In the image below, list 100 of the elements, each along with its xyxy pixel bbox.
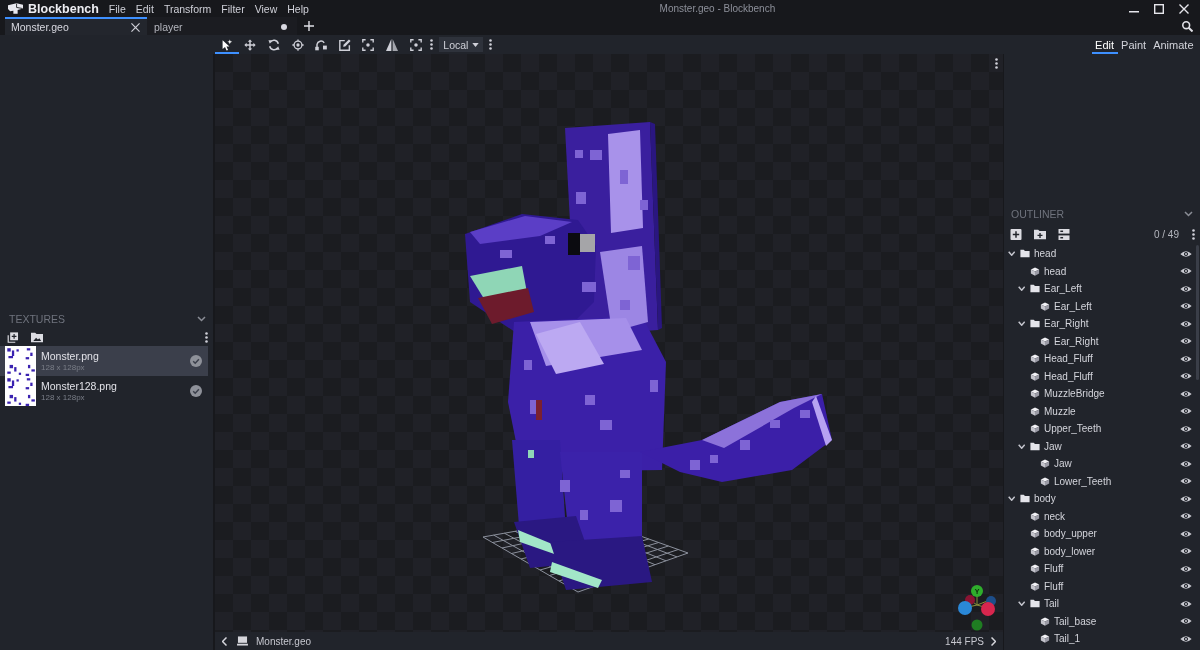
eye-icon[interactable] bbox=[1180, 582, 1192, 591]
file-tab[interactable]: Monster.geo bbox=[5, 17, 147, 35]
cube-icon bbox=[1040, 459, 1050, 469]
eye-icon[interactable] bbox=[1180, 494, 1192, 503]
outliner-item[interactable]: Muzzle bbox=[1044, 405, 1076, 417]
menu-item[interactable]: Edit bbox=[130, 0, 159, 17]
chevron-down-icon[interactable] bbox=[1008, 251, 1016, 257]
eye-icon[interactable] bbox=[1180, 249, 1192, 258]
menu-item[interactable]: Filter bbox=[216, 0, 250, 17]
app-name: Blockbench bbox=[28, 1, 99, 16]
cube-icon bbox=[1030, 424, 1040, 434]
cube-icon bbox=[1040, 336, 1050, 346]
viewport-menu-button[interactable] bbox=[992, 58, 1000, 69]
eye-icon[interactable] bbox=[1180, 372, 1192, 381]
outliner-item[interactable]: head bbox=[1034, 248, 1057, 260]
outliner-item[interactable]: Jaw bbox=[1044, 440, 1062, 452]
eye-icon[interactable] bbox=[1180, 512, 1192, 521]
folder-icon bbox=[1020, 494, 1030, 504]
chevron-down-icon[interactable] bbox=[1018, 321, 1026, 327]
next-button[interactable] bbox=[988, 634, 998, 648]
eye-icon[interactable] bbox=[1180, 284, 1192, 293]
eye-icon[interactable] bbox=[1180, 634, 1192, 643]
axis-gizmo-icon[interactable] bbox=[958, 585, 996, 631]
outliner-item[interactable]: body_lower bbox=[1044, 545, 1096, 557]
outliner-item[interactable]: body_upper bbox=[1044, 528, 1097, 540]
outliner-item[interactable]: Ear_Left bbox=[1054, 300, 1092, 312]
collapse-all-button[interactable] bbox=[1057, 227, 1071, 241]
add-cube-button[interactable] bbox=[1009, 227, 1023, 241]
panel-title: OUTLINER bbox=[1011, 208, 1065, 220]
add-texture-button[interactable] bbox=[6, 330, 20, 344]
outliner-item[interactable]: Ear_Right bbox=[1054, 335, 1099, 347]
stacked-bars-icon bbox=[1058, 228, 1070, 240]
eye-icon[interactable] bbox=[1180, 302, 1192, 311]
outliner-item[interactable]: body bbox=[1034, 493, 1056, 505]
chevron-down-icon[interactable] bbox=[1018, 443, 1026, 449]
folder-image-icon bbox=[31, 331, 43, 343]
collapse-panel-button[interactable] bbox=[195, 313, 207, 325]
eye-icon[interactable] bbox=[1180, 564, 1192, 573]
eye-icon[interactable] bbox=[1180, 337, 1192, 346]
chevron-right-icon bbox=[990, 636, 996, 646]
transform-space-dropdown[interactable]: Local bbox=[439, 37, 484, 52]
cube-icon bbox=[1030, 529, 1040, 539]
mode-tab[interactable]: Paint bbox=[1117, 35, 1150, 54]
outliner-item[interactable]: Head_Fluff bbox=[1044, 370, 1093, 382]
eye-icon[interactable] bbox=[1180, 442, 1192, 451]
chevron-down-icon[interactable] bbox=[1018, 286, 1026, 292]
file-name: Monster.geo bbox=[256, 635, 312, 647]
outliner-item[interactable]: Jaw bbox=[1054, 458, 1072, 470]
cube-icon bbox=[1030, 546, 1040, 556]
menu-item[interactable]: View bbox=[249, 0, 283, 17]
outliner-item[interactable]: Lower_Teeth bbox=[1054, 475, 1112, 487]
outliner-item[interactable]: neck bbox=[1044, 510, 1066, 522]
eye-icon[interactable] bbox=[1180, 459, 1192, 468]
eye-icon[interactable] bbox=[1180, 477, 1192, 486]
outliner-item[interactable]: Ear_Left bbox=[1044, 283, 1082, 295]
eye-icon[interactable] bbox=[1180, 354, 1192, 363]
monitor-icon bbox=[237, 636, 248, 646]
check-circle-icon bbox=[190, 355, 202, 367]
outliner-item[interactable]: Upper_Teeth bbox=[1044, 423, 1102, 435]
eye-icon[interactable] bbox=[1180, 319, 1192, 328]
texture-thumbnail bbox=[5, 376, 36, 406]
menu-item[interactable]: File bbox=[103, 0, 131, 17]
eye-icon[interactable] bbox=[1180, 529, 1192, 538]
chevron-down-icon[interactable] bbox=[1018, 601, 1026, 607]
outliner-item[interactable]: Tail_base bbox=[1054, 615, 1097, 627]
eye-icon[interactable] bbox=[1180, 599, 1192, 608]
texture-item[interactable]: Monster128.png 128 x 128px bbox=[0, 376, 208, 406]
add-group-button[interactable] bbox=[1033, 227, 1047, 241]
more-button[interactable] bbox=[202, 331, 210, 343]
triangle-icon bbox=[385, 38, 398, 51]
outliner-item[interactable]: Tail_1 bbox=[1054, 633, 1081, 645]
cube-icon bbox=[1030, 389, 1040, 399]
menu-item[interactable]: Help bbox=[282, 0, 314, 17]
more-button[interactable] bbox=[1189, 228, 1197, 240]
eye-icon[interactable] bbox=[1180, 389, 1192, 398]
file-tab[interactable]: player bbox=[147, 17, 297, 35]
menu-item[interactable]: Transform bbox=[158, 0, 217, 17]
outliner-item[interactable]: Tail bbox=[1044, 598, 1059, 610]
close-tab-button[interactable] bbox=[129, 21, 141, 33]
check-circle-icon bbox=[190, 385, 202, 397]
chevron-down-icon[interactable] bbox=[1008, 496, 1016, 502]
folder-plus-icon bbox=[1034, 228, 1046, 240]
texture-thumbnail bbox=[5, 346, 36, 376]
outliner-item[interactable]: Fluff bbox=[1044, 563, 1064, 575]
eye-icon[interactable] bbox=[1180, 267, 1192, 276]
outliner-item[interactable]: Head_Fluff bbox=[1044, 353, 1093, 365]
mode-tab[interactable]: Animate bbox=[1149, 35, 1197, 54]
outliner-item[interactable]: head bbox=[1044, 265, 1067, 277]
eye-icon[interactable] bbox=[1180, 424, 1192, 433]
outliner-item[interactable]: Ear_Right bbox=[1044, 318, 1089, 330]
eye-icon[interactable] bbox=[1180, 407, 1192, 416]
chevron-left-icon bbox=[221, 636, 227, 646]
outliner-item[interactable]: Fluff bbox=[1044, 580, 1064, 592]
previous-button[interactable] bbox=[219, 634, 229, 648]
eye-icon[interactable] bbox=[1180, 547, 1192, 556]
plus-icon bbox=[304, 21, 314, 31]
import-texture-button[interactable] bbox=[30, 330, 44, 344]
outliner-item[interactable]: MuzzleBridge bbox=[1044, 388, 1105, 400]
eye-icon[interactable] bbox=[1180, 617, 1192, 626]
collapse-panel-button[interactable] bbox=[1182, 208, 1194, 220]
